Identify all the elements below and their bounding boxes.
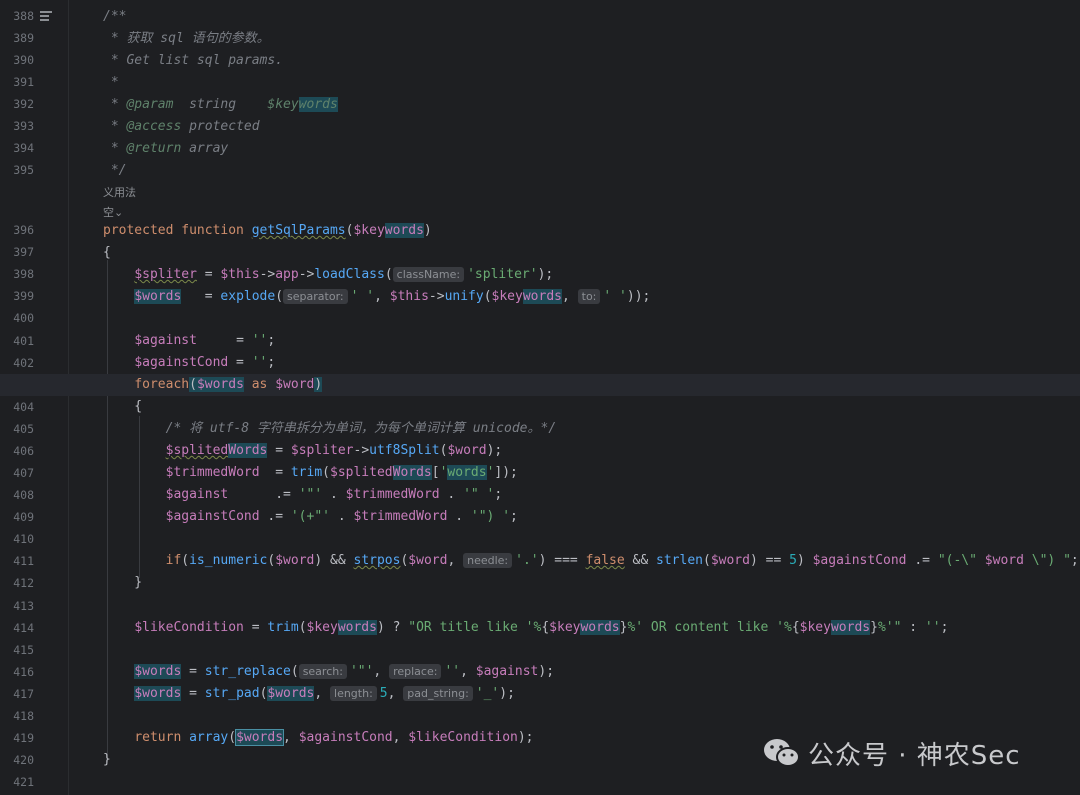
watermark: 公众号 · 神农Sec bbox=[762, 733, 1062, 773]
code-line[interactable]: $against .= '"' . $trimmedWord . '" '; bbox=[0, 484, 1080, 506]
code-line[interactable]: * @return array bbox=[0, 138, 1080, 160]
code-line[interactable]: if(is_numeric($word) && strpos($word, ne… bbox=[0, 550, 1080, 572]
code-line[interactable]: { bbox=[0, 396, 1080, 418]
code-line[interactable]: * bbox=[0, 72, 1080, 94]
param-hint: length: bbox=[330, 686, 377, 701]
code-line-current[interactable]: foreach($words as $word) bbox=[0, 374, 1080, 396]
wechat-icon bbox=[764, 739, 800, 767]
param-hint: separator: bbox=[283, 289, 348, 304]
code-line[interactable]: $words = explode(separator: ' ', $this->u… bbox=[0, 286, 1080, 308]
watermark-text: 公众号 · 神农Sec bbox=[808, 740, 1021, 771]
usage-hint-icon[interactable]: 空⌄ bbox=[103, 204, 123, 220]
code-line[interactable]: protected function getSqlParams($keyword… bbox=[0, 220, 1080, 242]
line-number: 410 bbox=[13, 532, 34, 546]
code-line[interactable]: $splitedWords = $spliter->utf8Split($wor… bbox=[0, 440, 1080, 462]
code-line[interactable]: $likeCondition = trim($keywords) ? "OR t… bbox=[0, 617, 1080, 639]
code-editor[interactable]: 388 389 390 391 392 393 394 395 396 397 … bbox=[0, 0, 1080, 795]
code-line[interactable]: { bbox=[0, 242, 1080, 264]
code-line[interactable]: /* 将 utf-8 字符串拆分为单词，为每个单词计算 unicode。*/ bbox=[0, 418, 1080, 440]
param-hint: replace: bbox=[389, 664, 442, 679]
code-line[interactable]: */ bbox=[0, 160, 1080, 182]
param-hint: pad_string: bbox=[403, 686, 473, 701]
line-number: 415 bbox=[13, 643, 34, 657]
code-line[interactable]: $words = str_pad($words, length: 5, pad_s… bbox=[0, 683, 1080, 705]
line-number: 418 bbox=[13, 709, 34, 723]
code-line[interactable]: $againstCond .= '(+"' . $trimmedWord . '… bbox=[0, 506, 1080, 528]
code-line[interactable]: $spliter = $this->app->loadClass(classNa… bbox=[0, 264, 1080, 286]
code-line[interactable]: * @param string $keywords bbox=[0, 94, 1080, 116]
code-line[interactable]: $trimmedWord = trim($splitedWords['words… bbox=[0, 462, 1080, 484]
param-hint: className: bbox=[392, 267, 465, 282]
usage-hint-label[interactable]: 义用法 bbox=[103, 186, 136, 200]
code-line[interactable]: $words = str_replace(search: '"', replace… bbox=[0, 661, 1080, 683]
param-hint: search: bbox=[298, 664, 347, 679]
code-line[interactable]: /** bbox=[0, 6, 1080, 28]
param-hint: to: bbox=[577, 289, 601, 304]
param-hint: needle: bbox=[463, 553, 513, 568]
code-line[interactable]: } bbox=[0, 572, 1080, 594]
code-line[interactable]: * 获取 sql 语句的参数。 bbox=[0, 28, 1080, 50]
line-number: 421 bbox=[13, 775, 34, 789]
line-number: 413 bbox=[13, 599, 34, 613]
code-line[interactable]: $againstCond = ''; bbox=[0, 352, 1080, 374]
code-line[interactable]: * @access protected bbox=[0, 116, 1080, 138]
code-line[interactable]: * Get list sql params. bbox=[0, 50, 1080, 72]
line-number: 400 bbox=[13, 311, 34, 325]
code-line[interactable]: $against = ''; bbox=[0, 330, 1080, 352]
